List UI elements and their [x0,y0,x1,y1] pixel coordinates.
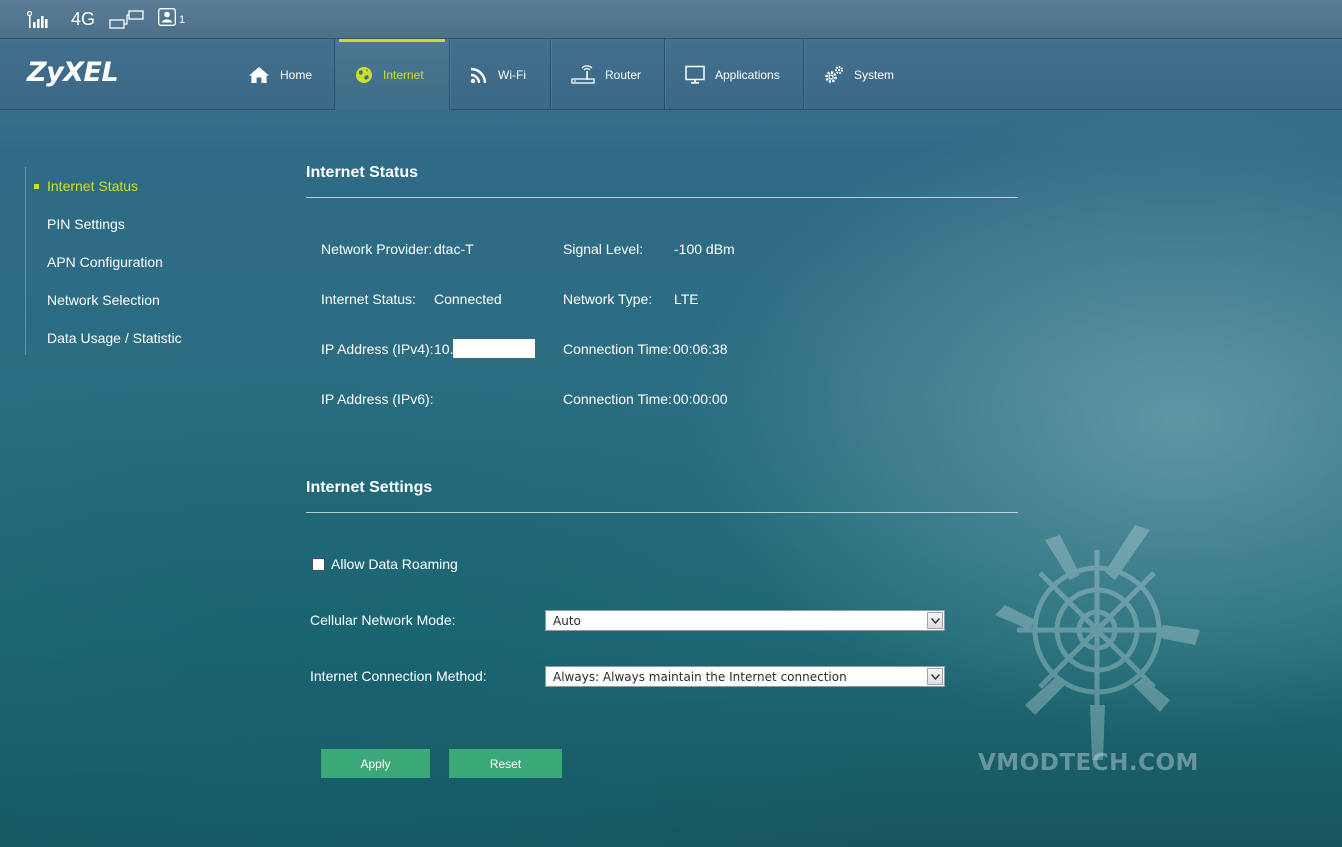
tab-wifi[interactable]: Wi-Fi [450,39,551,110]
tab-router-label: Router [605,67,642,82]
watermark-logo [985,520,1210,780]
tab-home[interactable]: Home [228,39,335,110]
cellular-network-mode-label: Cellular Network Mode: [310,612,456,628]
connection-time-label: Connection Time: [563,341,672,357]
internet-status-title: Internet Status [306,164,419,181]
user-icon [158,8,176,31]
signal-level-label: Signal Level: [563,241,644,257]
signal-level-value: -100 dBm [674,241,735,257]
internet-connection-method-value: Always: Always maintain the Internet con… [553,669,847,684]
allow-data-roaming-checkbox[interactable] [312,558,325,571]
router-icon [571,64,595,85]
connection-time-value: 00:06:38 [673,341,728,357]
chevron-down-icon [927,612,943,629]
internet-settings-title: Internet Settings [306,479,433,496]
tab-internet-label: Internet [383,67,424,82]
internet-status-label: Internet Status: [321,291,416,307]
internet-status-value: Connected [434,291,502,307]
user-count: 1 [179,13,186,26]
tab-system[interactable]: System [804,39,919,110]
apply-button[interactable]: Apply [321,749,430,778]
sidebar-item-data-usage[interactable]: Data Usage / Statistic [26,319,245,357]
internet-connection-method-label: Internet Connection Method: [310,668,487,684]
connected-users: 1 [158,0,185,39]
reset-button[interactable]: Reset [449,749,562,778]
network-provider-label: Network Provider: [321,241,433,257]
lan-connection-icon [109,0,145,39]
ipv6-label: IP Address (IPv6): [321,391,434,407]
tab-applications-label: Applications [715,67,780,82]
tab-wifi-label: Wi-Fi [498,67,526,82]
chevron-down-icon [927,668,943,685]
connection-time-ipv6-value: 00:00:00 [673,391,728,407]
network-type-label: Network Type: [563,291,653,307]
ipv4-label: IP Address (IPv4): [321,341,434,357]
ipv4-value: 10. [434,341,454,357]
watermark-text: VMODTECH.COM [978,750,1199,776]
main-navigation: ZyXEL Home Internet Wi-Fi Router Applica… [0,39,1342,110]
home-icon [248,66,270,84]
internet-status-divider [306,197,1018,198]
internet-connection-method-select[interactable]: Always: Always maintain the Internet con… [545,666,945,687]
ip-address-redaction [453,339,535,358]
tab-applications[interactable]: Applications [665,39,804,110]
nav-tabs: Home Internet Wi-Fi Router Applications … [228,39,919,110]
cellular-network-mode-select[interactable]: Auto [545,610,945,631]
network-type-indicator: 4G [71,9,96,29]
sidebar-menu: Internet Status PIN Settings APN Configu… [25,167,245,355]
sidebar-item-internet-status[interactable]: Internet Status [26,167,245,205]
sidebar-item-network-selection[interactable]: Network Selection [26,281,245,319]
network-type-value: LTE [674,291,699,307]
connection-time-ipv6-label: Connection Time: [563,391,672,407]
status-bar: 4G 1 [0,0,1342,39]
gear-icon [824,65,844,85]
tab-router[interactable]: Router [551,39,665,110]
globe-icon [355,66,373,84]
cellular-network-mode-value: Auto [553,613,581,628]
tab-home-label: Home [280,67,313,82]
tab-system-label: System [854,67,895,82]
internet-settings-divider [306,512,1018,513]
zyxel-logo: ZyXEL [27,57,119,88]
monitor-icon [685,65,705,85]
sidebar-item-pin-settings[interactable]: PIN Settings [26,205,245,243]
tab-internet[interactable]: Internet [335,39,450,110]
sidebar-item-apn-configuration[interactable]: APN Configuration [26,243,245,281]
wifi-icon [470,66,488,84]
signal-strength-icon [26,0,48,39]
network-provider-value: dtac-T [434,241,474,257]
allow-data-roaming-label[interactable]: Allow Data Roaming [331,556,458,572]
